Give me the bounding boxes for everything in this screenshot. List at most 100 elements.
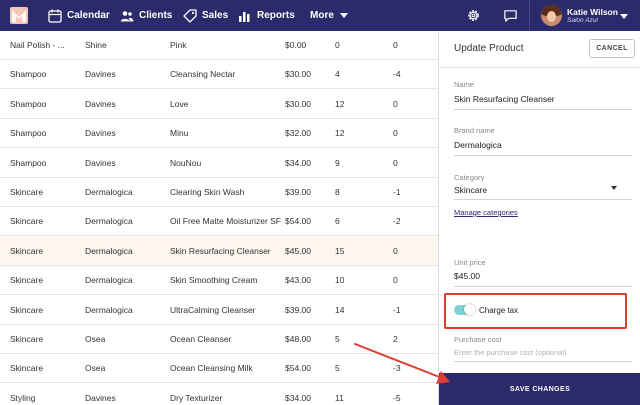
cell-brand: Davines — [85, 392, 116, 403]
table-row[interactable]: Shampoo Davines Cleansing Nectar $30.00 4 -4 — [0, 60, 438, 90]
cell-price: $34.00 — [285, 392, 311, 403]
table-row[interactable]: Shampoo Davines NouNou $34.00 9 0 — [0, 149, 438, 178]
calendar-icon — [48, 9, 62, 23]
chevron-down-icon — [339, 13, 348, 18]
table-row[interactable]: Shampoo Davines Love $30.00 12 0 — [0, 90, 438, 119]
unit-price-field[interactable]: $45.00 — [454, 271, 480, 281]
cell-price: $54.00 — [285, 216, 311, 227]
app-logo-icon[interactable] — [10, 7, 28, 24]
cell-adjustment: 0 — [393, 128, 398, 139]
cell-brand: Davines — [85, 128, 116, 139]
cell-adjustment: -2 — [393, 216, 401, 227]
cell-price: $54.00 — [285, 363, 311, 374]
user-menu-chevron-down-icon[interactable] — [620, 14, 628, 19]
nav-divider — [529, 0, 530, 31]
manage-categories-link[interactable]: Manage categories — [454, 208, 518, 217]
table-row[interactable]: Shampoo Davines Minu $32.00 12 0 — [0, 119, 438, 149]
cell-adjustment: 0 — [393, 245, 398, 256]
cell-category: Skincare — [10, 245, 44, 256]
cell-price: $34.00 — [285, 157, 311, 168]
cell-price: $32.00 — [285, 128, 311, 139]
cell-stock: 0 — [335, 40, 340, 50]
cell-product-name: Oil Free Matte Moisturizer SF — [170, 216, 281, 227]
name-field-underline — [454, 109, 632, 110]
cell-brand: Osea — [85, 334, 106, 344]
table-row[interactable]: Skincare Dermalogica UltraCalming Cleanser… — [0, 296, 438, 325]
purchase-cost-underline — [454, 361, 632, 362]
cell-brand: Dermalogica — [85, 304, 133, 315]
cell-category: Skincare — [10, 334, 44, 344]
cell-category: Shampoo — [10, 69, 47, 80]
cell-adjustment: -4 — [393, 69, 401, 80]
cell-adjustment: 0 — [393, 98, 398, 109]
tag-icon — [183, 8, 197, 23]
purchase-cost-input[interactable]: Enter the purchase cost (optional) — [454, 348, 567, 357]
cancel-button[interactable]: CANCEL — [589, 39, 635, 58]
name-label: Name — [454, 80, 475, 89]
nav-more[interactable]: More — [310, 0, 348, 31]
cell-category: Skincare — [10, 363, 44, 374]
cell-price: $48.00 — [285, 334, 311, 344]
user-name[interactable]: Katie Wilson — [567, 7, 618, 17]
cell-brand: Dermalogica — [85, 275, 133, 286]
table-row[interactable]: Skincare Dermalogica Oil Free Matte Moistu… — [0, 207, 438, 237]
cell-stock: 12 — [335, 128, 345, 139]
nav-sales[interactable]: Sales — [183, 0, 228, 31]
cell-stock: 12 — [335, 98, 345, 109]
table-row[interactable]: Skincare Dermalogica Skin Smoothing Cream $… — [0, 266, 438, 296]
cell-brand: Davines — [85, 69, 116, 80]
cell-brand: Dermalogica — [85, 245, 133, 256]
brand-field-underline — [454, 155, 632, 156]
cell-category: Skincare — [10, 304, 44, 315]
save-changes-button[interactable]: SAVE CHANGES — [439, 373, 640, 405]
cell-brand: Davines — [85, 98, 116, 109]
top-navigation-bar: Calendar Clients Sales Reports More Kati… — [0, 0, 640, 31]
cell-product-name: Skin Smoothing Cream — [170, 275, 258, 286]
cell-product-name: Love — [170, 98, 189, 109]
brand-field[interactable]: Dermalogica — [454, 140, 502, 150]
cell-product-name: Skin Resurfacing Cleanser — [170, 245, 271, 256]
table-row[interactable]: Skincare Dermalogica Skin Resurfacing Clea… — [0, 236, 438, 266]
unit-price-label: Unit price — [454, 258, 486, 267]
unit-price-underline — [454, 286, 632, 287]
cell-category: Nail Polish - ... — [10, 40, 65, 50]
charge-tax-toggle-knob[interactable] — [464, 304, 475, 315]
category-label: Category — [454, 173, 485, 182]
cell-brand: Dermalogica — [85, 216, 133, 227]
nav-clients-label: Clients — [139, 10, 173, 21]
purchase-cost-label: Purchase cost — [454, 335, 502, 344]
cell-stock: 6 — [335, 216, 340, 227]
cell-category: Skincare — [10, 275, 44, 286]
cell-product-name: Ocean Cleansing Milk — [170, 363, 253, 374]
cell-product-name: Clearing Skin Wash — [170, 187, 245, 197]
cell-category: Shampoo — [10, 157, 47, 168]
cell-product-name: Cleansing Nectar — [170, 69, 236, 80]
gear-icon[interactable] — [466, 8, 481, 23]
cell-stock: 9 — [335, 157, 340, 168]
cell-stock: 10 — [335, 275, 345, 286]
cell-stock: 14 — [335, 304, 345, 315]
table-row[interactable]: Skincare Dermalogica Clearing Skin Wash $39… — [0, 178, 438, 207]
avatar[interactable] — [541, 5, 562, 26]
cell-brand: Osea — [85, 363, 106, 374]
nav-more-label: More — [310, 10, 334, 21]
cell-price: $0.00 — [285, 40, 307, 50]
cell-price: $30.00 — [285, 98, 311, 109]
table-row[interactable]: Nail Polish - ... Shine Pink $0.00 0 0 — [0, 31, 438, 60]
user-salon: Salon Azul — [567, 17, 598, 24]
update-product-panel: Update Product CANCEL Name Skin Resurfac… — [438, 31, 640, 405]
cell-brand: Davines — [85, 157, 116, 168]
category-chevron-down-icon[interactable] — [611, 186, 617, 190]
nav-clients[interactable]: Clients — [120, 0, 172, 31]
cell-price: $43.00 — [285, 275, 311, 286]
panel-header-divider — [439, 67, 640, 68]
cell-product-name: NouNou — [170, 157, 202, 168]
nav-calendar[interactable]: Calendar — [48, 0, 110, 31]
category-select[interactable]: Skincare — [454, 185, 487, 195]
cell-category: Shampoo — [10, 128, 47, 139]
nav-reports[interactable]: Reports — [238, 0, 295, 31]
chat-bubble-icon[interactable] — [503, 8, 518, 23]
cell-brand: Shine — [85, 40, 107, 50]
name-field[interactable]: Skin Resurfacing Cleanser — [454, 94, 555, 104]
bar-chart-icon — [239, 11, 250, 22]
